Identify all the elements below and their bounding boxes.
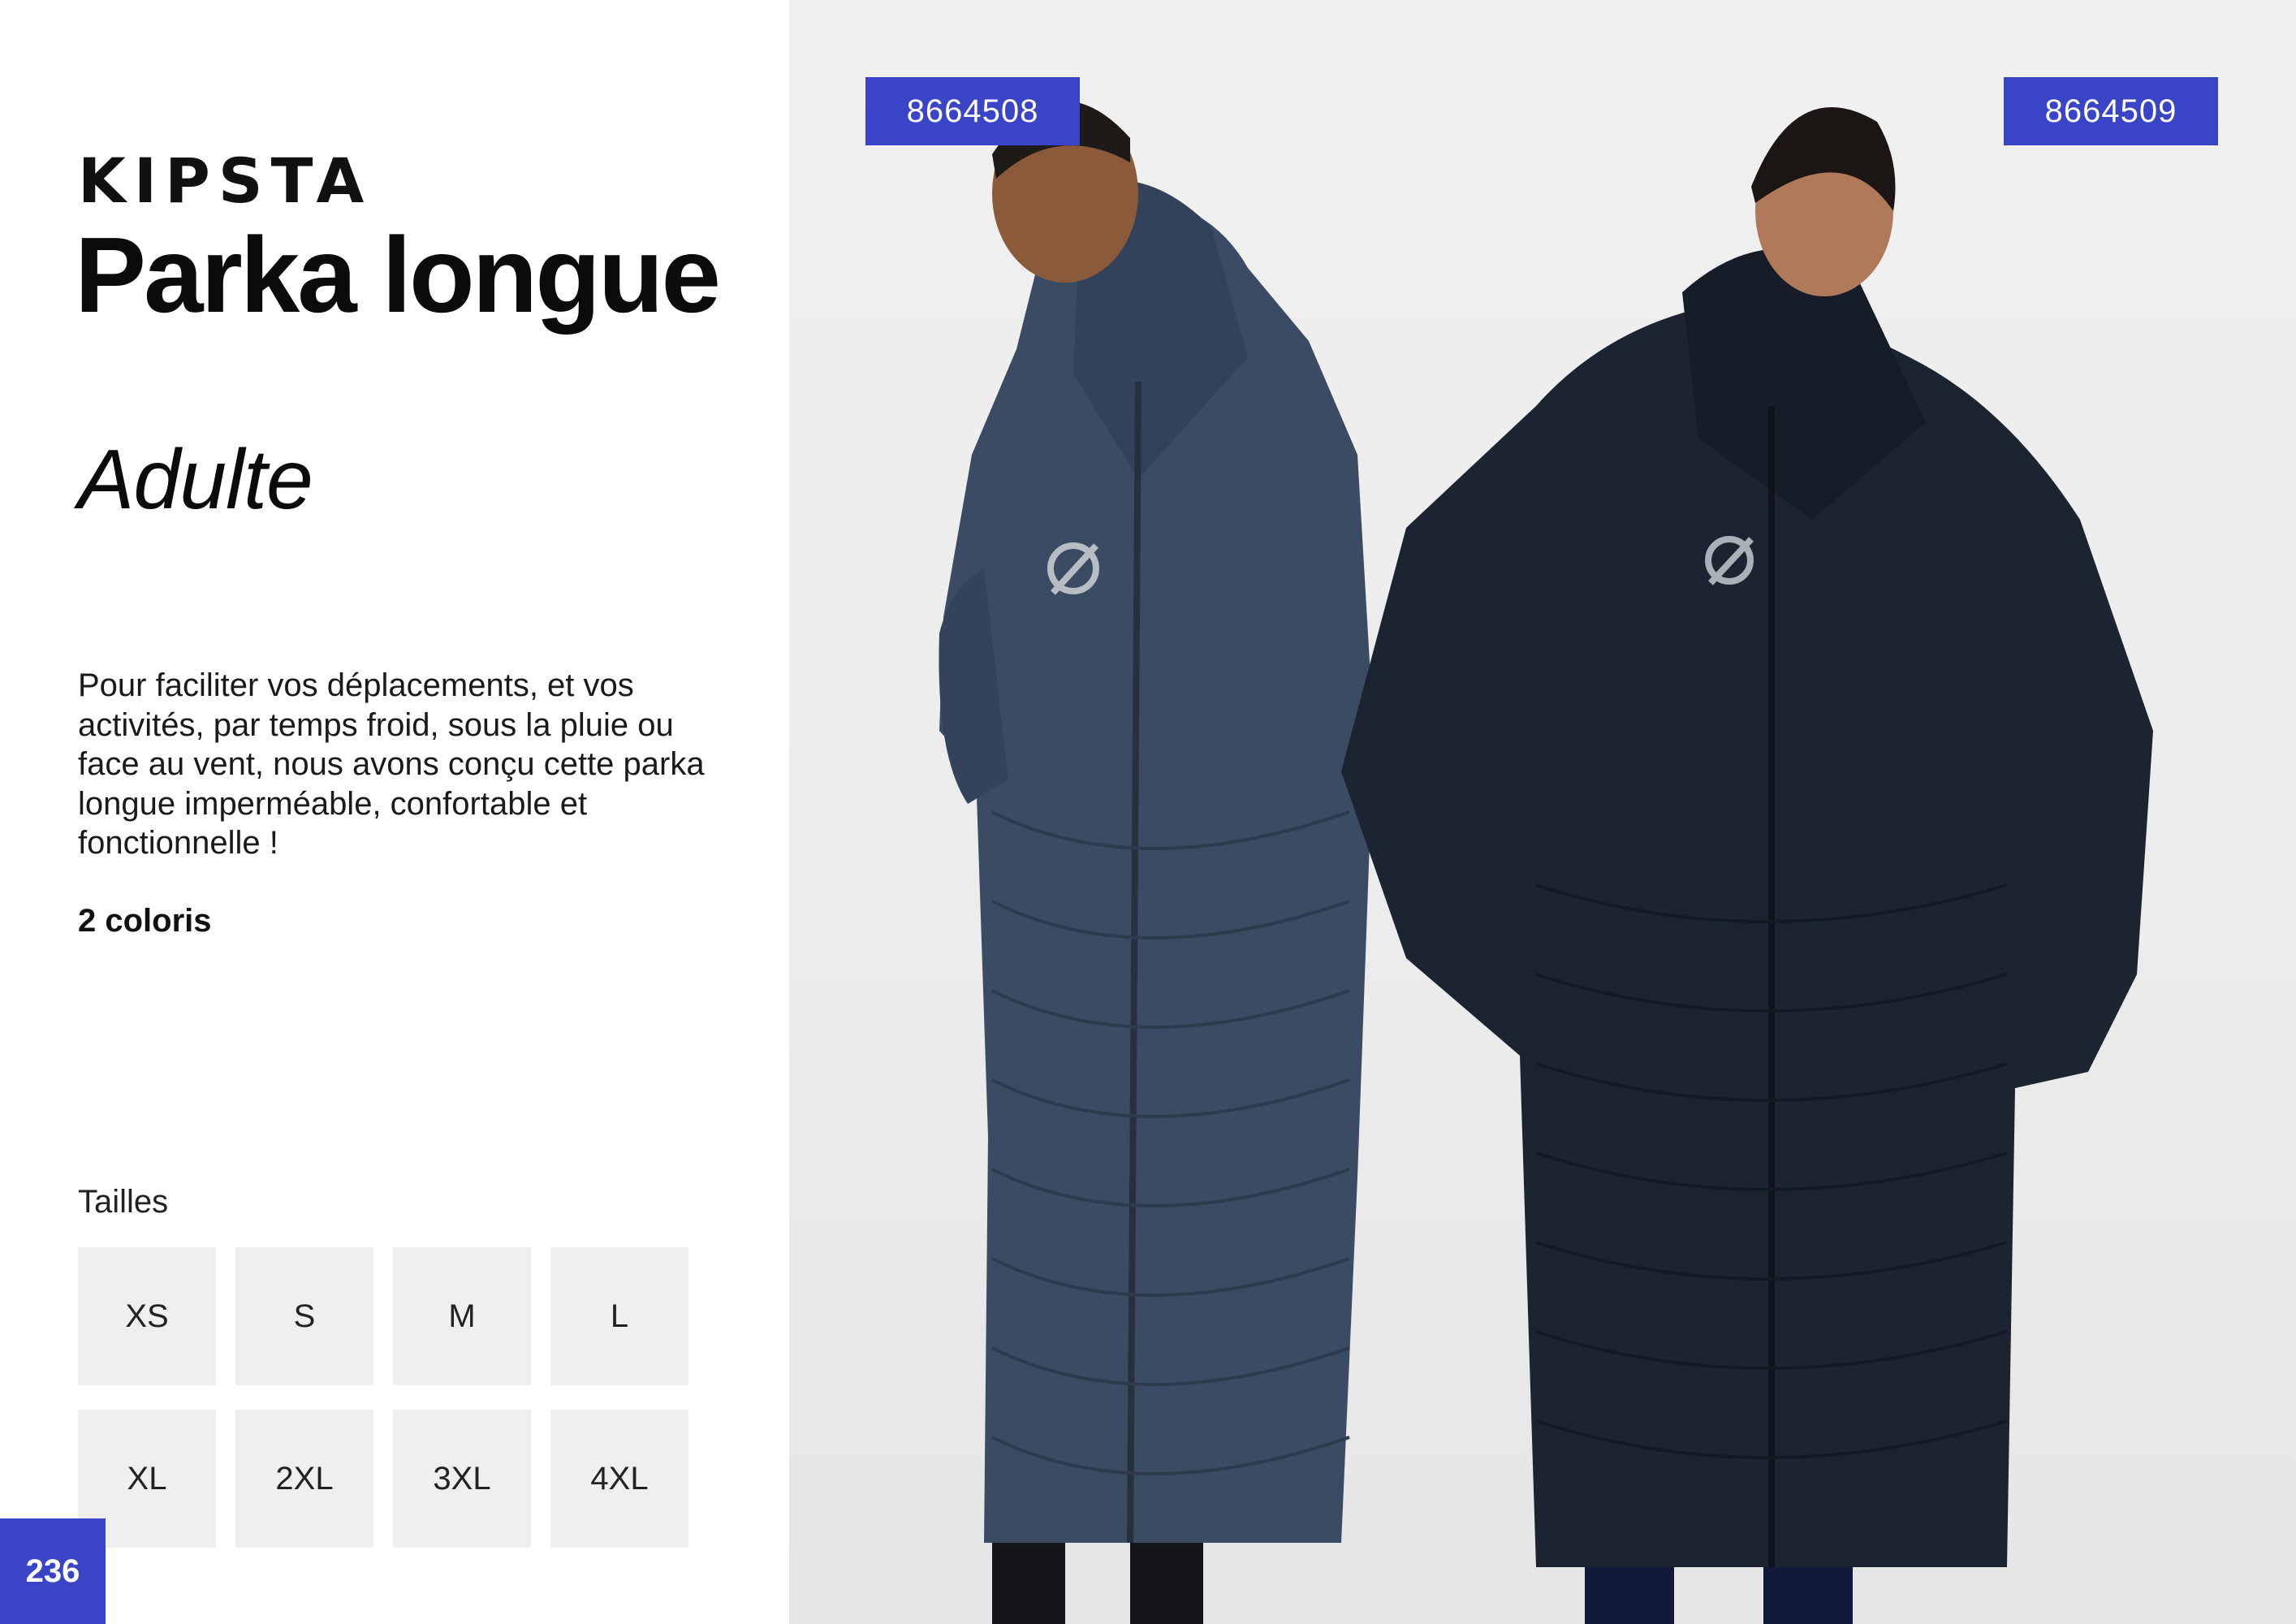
product-photo: 8664508 8664509 xyxy=(789,0,2296,1624)
size-option-3xl[interactable]: 3XL xyxy=(393,1410,531,1548)
product-subtitle: Adulte xyxy=(78,433,313,527)
size-grid: XS S M L XL 2XL 3XL 4XL xyxy=(78,1247,688,1548)
product-title: Parka longue xyxy=(75,215,721,335)
size-option-l[interactable]: L xyxy=(550,1247,688,1385)
product-info-panel: KIPSTA Parka longue Adulte Pour facilite… xyxy=(0,0,789,1624)
brand-name: KIPSTA xyxy=(78,145,373,217)
sizes-label: Tailles xyxy=(78,1184,169,1220)
size-option-4xl[interactable]: 4XL xyxy=(550,1410,688,1548)
model-dark-parka xyxy=(1341,107,2153,1624)
product-reference-badge: 8664509 xyxy=(2004,77,2218,145)
model-navy-parka xyxy=(939,101,1374,1624)
product-reference-badge: 8664508 xyxy=(865,77,1080,145)
size-option-xs[interactable]: XS xyxy=(78,1247,216,1385)
size-option-m[interactable]: M xyxy=(393,1247,531,1385)
size-option-2xl[interactable]: 2XL xyxy=(235,1410,373,1548)
page-number: 236 xyxy=(0,1518,106,1624)
models-illustration xyxy=(939,101,2153,1624)
size-option-s[interactable]: S xyxy=(235,1247,373,1385)
dark-parka-body xyxy=(1341,307,2153,1567)
colors-count: 2 coloris xyxy=(78,903,212,939)
product-description: Pour faciliter vos déplacements, et vos … xyxy=(78,667,705,861)
